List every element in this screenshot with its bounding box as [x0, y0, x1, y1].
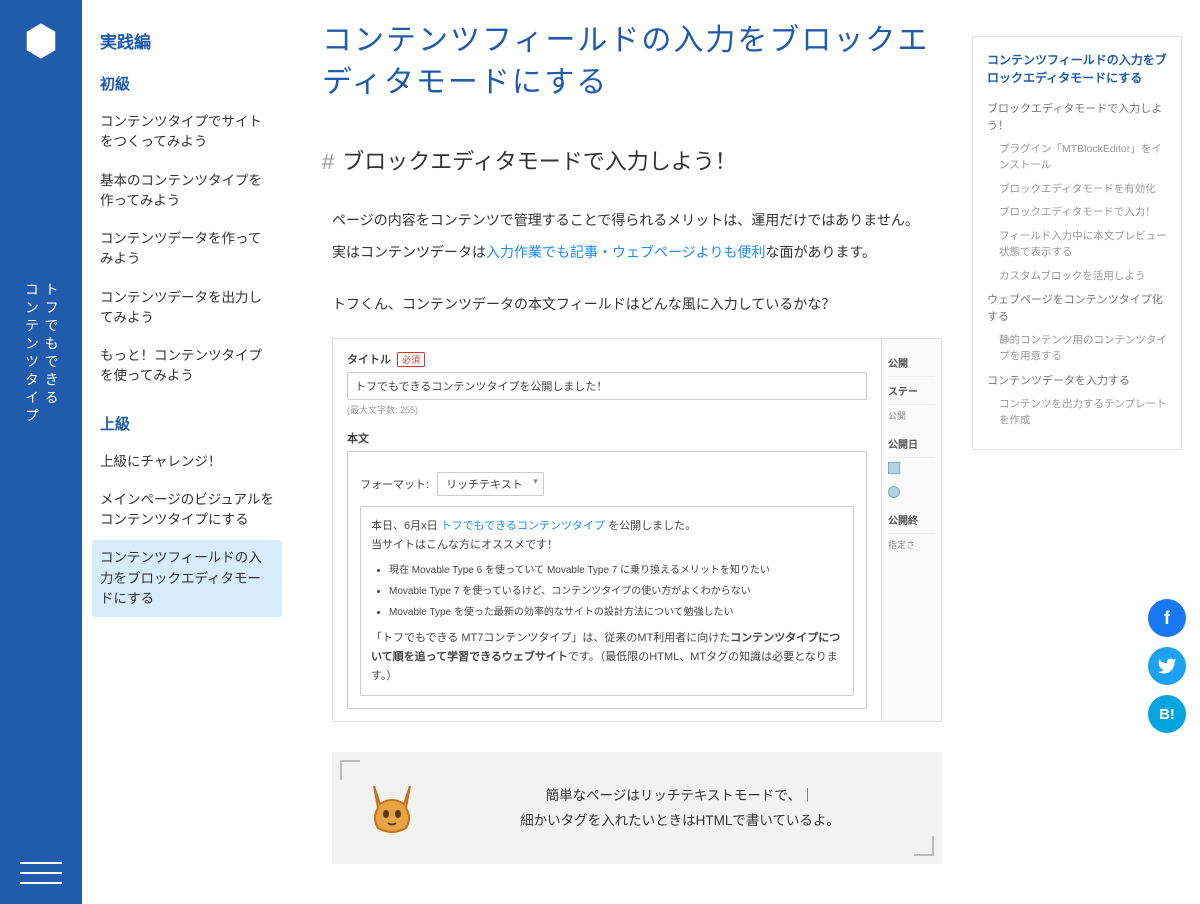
page-title: コンテンツフィールドの入力をブロックエディタモードにする [322, 20, 942, 104]
toc-item[interactable]: プラグイン「MTBlockEditor」をインストール [987, 138, 1167, 178]
editor-sidebar: 公開 ステー 公開 公開日 公開終 指定さ [881, 339, 941, 721]
nav-item[interactable]: 上級にチャレンジ！ [92, 444, 282, 480]
hamburger-menu-icon[interactable] [20, 862, 62, 884]
callout-text: 簡単なページはリッチテキストモードで、｜ 細かいタグを入れたいときはHTMLで書… [448, 783, 912, 834]
section-heading: #ブロックエディタモードで入力しよう！ [322, 144, 942, 176]
editor-title-input: トフでもできるコンテンツタイプを公開しました！ [347, 372, 867, 400]
nav-item[interactable]: コンテンツデータを出力してみよう [92, 280, 282, 337]
twitter-share-button[interactable] [1148, 647, 1186, 685]
editor-screenshot-mock: タイトル 必須 トフでもできるコンテンツタイプを公開しました！ (最大文字数: … [332, 338, 942, 722]
toc-item[interactable]: ウェブページをコンテンツタイプ化する [987, 288, 1167, 329]
calendar-icon [888, 462, 900, 474]
blue-sidebar: コンテンツタイプ トフでもできる [0, 0, 82, 904]
character-callout: 簡単なページはリッチテキストモードで、｜ 細かいタグを入れたいときはHTMLで書… [332, 752, 942, 864]
nav-section-heading: 実践編 [100, 28, 274, 53]
facebook-share-button[interactable]: f [1148, 599, 1186, 637]
editor-format-row: フォーマット: リッチテキスト [360, 472, 854, 496]
toc-item[interactable]: カスタムブロックを活用しよう [987, 265, 1167, 289]
main-content: コンテンツフィールドの入力をブロックエディタモードにする #ブロックエディタモー… [292, 0, 972, 904]
toc-item[interactable]: ブロックエディタモードで入力しよう！ [987, 97, 1167, 138]
toc-item[interactable]: コンテンツデータを入力する [987, 369, 1167, 394]
hatena-share-button[interactable]: B! [1148, 695, 1186, 733]
editor-title-hint: (最大文字数: 255) [347, 403, 867, 416]
twitter-icon [1157, 656, 1177, 676]
toc-item[interactable]: フィールド入力中に本文プレビュー状態で表示する [987, 225, 1167, 265]
cat-character-icon [362, 778, 422, 838]
hash-icon: # [322, 149, 334, 174]
toc-item[interactable]: コンテンツを出力するテンプレートを作成 [987, 393, 1167, 433]
nav-item[interactable]: もっと！コンテンツタイプを使ってみよう [92, 338, 282, 395]
nav-item[interactable]: メインページのビジュアルをコンテンツタイプにする [92, 482, 282, 539]
editor-title-label: タイトル 必須 [347, 351, 867, 367]
required-badge: 必須 [397, 352, 425, 367]
inline-link[interactable]: 入力作業でも記事・ウェブページよりも便利 [486, 244, 765, 260]
nav-group-advanced: 上級 [100, 413, 274, 434]
logo-icon[interactable] [20, 20, 62, 62]
paragraph: ページの内容をコンテンツで管理することで得られるメリットは、運用だけではありませ… [332, 206, 942, 234]
editor-format-select: リッチテキスト [437, 472, 544, 496]
nav-item[interactable]: 基本のコンテンツタイプを作ってみよう [92, 163, 282, 220]
table-of-contents: コンテンツフィールドの入力をブロックエディタモードにする ブロックエディタモード… [972, 36, 1182, 904]
toc-item[interactable]: ブロックエディタモードを有効化 [987, 178, 1167, 202]
paragraph: トフくん、コンテンツデータの本文フィールドはどんな風に入力しているかな？ [332, 290, 942, 318]
nav-item[interactable]: コンテンツデータを作ってみよう [92, 221, 282, 278]
social-share-buttons: f B! [1148, 599, 1186, 733]
clock-icon [888, 486, 900, 498]
left-navigation: 実践編 初級 コンテンツタイプでサイトをつくってみよう 基本のコンテンツタイプを… [82, 0, 292, 904]
toc-title: コンテンツフィールドの入力をブロックエディタモードにする [987, 51, 1167, 87]
paragraph: 実はコンテンツデータは入力作業でも記事・ウェブページよりも便利な面があります。 [332, 238, 942, 266]
nav-item[interactable]: コンテンツタイプでサイトをつくってみよう [92, 104, 282, 161]
toc-item[interactable]: 静的コンテンツ用のコンテンツタイプを用意する [987, 329, 1167, 369]
toc-item[interactable]: ブロックエディタモードで入力！ [987, 201, 1167, 225]
editor-body-label: 本文 [347, 430, 867, 446]
nav-item-active[interactable]: コンテンツフィールドの入力をブロックエディタモードにする [92, 540, 282, 617]
nav-group-beginner: 初級 [100, 73, 274, 94]
site-title-vertical: コンテンツタイプ トフでもできる [21, 282, 60, 426]
article-body: ページの内容をコンテンツで管理することで得られるメリットは、運用だけではありませ… [332, 206, 942, 318]
editor-body-textarea: 本日、6月x日 トフでもできるコンテンツタイプ を公開しました。 当サイトはこん… [360, 506, 854, 696]
